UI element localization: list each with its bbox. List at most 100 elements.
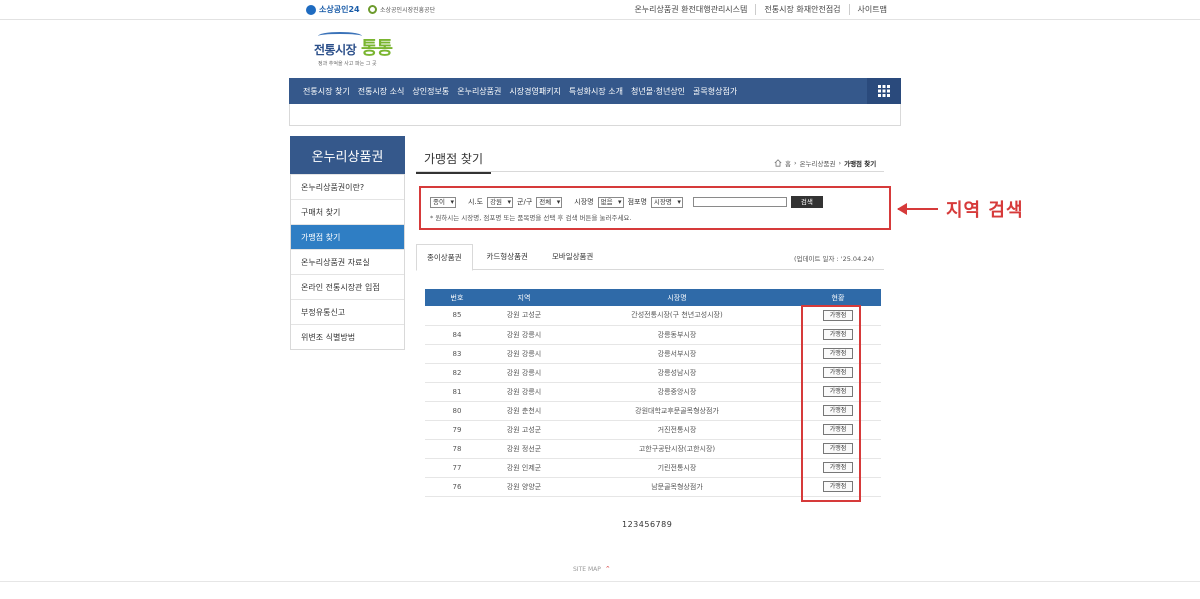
table-row: 85 강원 고성군 간성전통시장(구 천년고성시장) 가맹점 xyxy=(425,306,881,326)
sosang24-logo-icon xyxy=(306,4,316,15)
voucher-type-select[interactable]: 종이 xyxy=(430,196,456,208)
update-date: (업데이트 일자 : '25.04.24) xyxy=(794,255,875,263)
tab-mobile-voucher[interactable]: 모바일상품권 xyxy=(542,244,603,270)
cell-no: 79 xyxy=(425,420,489,440)
store-select[interactable]: 시장명 xyxy=(650,196,683,208)
store-list-button[interactable]: 가맹점 xyxy=(823,309,853,321)
cell-market: 강릉중앙시장 xyxy=(559,382,795,402)
sosang24-label: 소상공인24 xyxy=(319,5,360,14)
home-icon[interactable] xyxy=(774,159,782,167)
sidebar-item-counterfeit-id[interactable]: 위변조 식별방법 xyxy=(291,324,404,349)
link-sitemap[interactable]: 사이트맵 xyxy=(848,4,895,15)
tab-paper-voucher[interactable]: 종이상품권 xyxy=(416,244,473,271)
semas-logo[interactable]: 소상공인시장진흥공단 xyxy=(368,5,435,14)
col-header-region: 지역 xyxy=(489,289,559,306)
breadcrumb-level1[interactable]: 온누리상품권 xyxy=(800,158,836,168)
cell-no: 80 xyxy=(425,401,489,421)
gnb-item-onnuri[interactable]: 온누리상품권 xyxy=(453,86,505,97)
sub-navigation-bar xyxy=(289,104,901,126)
store-list-button[interactable]: 가맹점 xyxy=(823,443,853,454)
gnb-item-merchant-info[interactable]: 상인정보통 xyxy=(408,86,453,97)
link-fire-safety[interactable]: 전통시장 화재안전점검 xyxy=(755,4,848,15)
logo-text-accent: 통통 xyxy=(361,38,393,59)
table-row: 80 강원 춘천시 강원대학교후문골목형상점가 가맹점 xyxy=(425,401,881,421)
breadcrumb-home[interactable]: 홈 xyxy=(785,158,791,168)
store-list-button[interactable]: 가맹점 xyxy=(823,348,853,359)
store-list-button[interactable]: 가맹점 xyxy=(823,481,853,492)
col-header-no: 번호 xyxy=(425,289,489,306)
cell-status: 가맹점 xyxy=(795,439,881,459)
cell-region: 강원 정선군 xyxy=(489,439,559,459)
breadcrumb: 홈 › 온누리상품권 › 가맹점 찾기 xyxy=(774,158,876,168)
link-exchange-system[interactable]: 온누리상품권 환전대행관리시스템 xyxy=(626,4,755,15)
title-divider xyxy=(416,171,884,172)
breadcrumb-current: 가맹점 찾기 xyxy=(844,160,877,168)
cell-status: 가맹점 xyxy=(795,420,881,440)
market-select[interactable]: 없음 xyxy=(597,196,624,208)
sitemap-toggle[interactable]: SITE MAP ⌃ xyxy=(573,565,611,573)
gnb-item-youth-mall[interactable]: 청년몰·청년상인 xyxy=(627,86,689,97)
store-list-button[interactable]: 가맹점 xyxy=(823,405,853,416)
cell-market: 강릉동부시장 xyxy=(559,325,795,345)
table-row: 83 강원 강릉시 강릉서부시장 가맹점 xyxy=(425,344,881,364)
cell-market: 강릉성남시장 xyxy=(559,363,795,383)
sidebar-item-purchase-place[interactable]: 구매처 찾기 xyxy=(291,199,404,224)
annotation-text: 지역 검색 xyxy=(946,200,1024,221)
cell-region: 강원 고성군 xyxy=(489,306,559,326)
table-row: 81 강원 강릉시 강릉중앙시장 가맹점 xyxy=(425,382,881,402)
gnb-item-specialized-market[interactable]: 특성화시장 소개 xyxy=(565,86,627,97)
cell-no: 85 xyxy=(425,306,489,326)
all-menu-button[interactable] xyxy=(867,78,901,104)
gungu-select[interactable]: 전체 xyxy=(536,196,563,208)
gnb-item-alley-shops[interactable]: 골목형상점가 xyxy=(689,86,741,97)
semas-logo-icon xyxy=(368,5,377,14)
sidebar-item-fraud-report[interactable]: 부정유통신고 xyxy=(291,299,404,324)
gnb-item-management-package[interactable]: 시장경영패키지 xyxy=(505,86,565,97)
table-header-row: 번호 지역 시장명 현황 xyxy=(425,289,881,306)
main-navigation: 전통시장 찾기 전통시장 소식 상인정보통 온누리상품권 시장경영패키지 특성화… xyxy=(289,78,901,104)
sidebar-item-online-market[interactable]: 온라인 전통시장관 입점 xyxy=(291,274,404,299)
col-header-market: 시장명 xyxy=(559,289,795,306)
sidebar-menu: 온누리상품권이란? 구매처 찾기 가맹점 찾기 온누리상품권 자료실 온라인 전… xyxy=(290,174,405,350)
keyword-input[interactable] xyxy=(692,197,787,207)
cell-region: 강원 양양군 xyxy=(489,477,559,497)
pagination[interactable]: 123456789 xyxy=(622,520,672,529)
store-list-button[interactable]: 가맹점 xyxy=(823,462,853,473)
sido-select[interactable]: 강원 xyxy=(487,196,514,208)
cell-market: 거진전통시장 xyxy=(559,420,795,440)
logo-text-main: 전통시장 xyxy=(314,43,357,57)
sidebar-item-archive[interactable]: 온누리상품권 자료실 xyxy=(291,249,404,274)
table-row: 79 강원 고성군 거진전통시장 가맹점 xyxy=(425,420,881,440)
logo-arch-icon xyxy=(318,32,362,40)
site-logo[interactable]: 전통시장 통통 정과 추억을 사고 파는 그 곳 xyxy=(314,32,404,70)
sidebar-item-store-search[interactable]: 가맹점 찾기 xyxy=(291,224,404,249)
sidebar-title: 온누리상품권 xyxy=(290,136,405,174)
search-button[interactable]: 검색 xyxy=(790,196,823,208)
store-list-button[interactable]: 가맹점 xyxy=(823,329,853,340)
table-row: 82 강원 강릉시 강릉성남시장 가맹점 xyxy=(425,363,881,383)
sidebar-item-about[interactable]: 온누리상품권이란? xyxy=(291,174,404,199)
cell-no: 83 xyxy=(425,344,489,364)
logo-tagline: 정과 추억을 사고 파는 그 곳 xyxy=(318,61,377,67)
cell-market: 강릉서부시장 xyxy=(559,344,795,364)
store-list-button[interactable]: 가맹점 xyxy=(823,386,853,397)
gnb-item-market-search[interactable]: 전통시장 찾기 xyxy=(299,86,354,97)
cell-no: 78 xyxy=(425,439,489,459)
gnb-item-market-news[interactable]: 전통시장 소식 xyxy=(354,86,409,97)
store-list-button[interactable]: 가맹점 xyxy=(823,424,853,435)
cell-status: 가맹점 xyxy=(795,477,881,497)
table-row: 84 강원 강릉시 강릉동부시장 가맹점 xyxy=(425,325,881,345)
gungu-label: 군/구 xyxy=(517,198,533,206)
breadcrumb-separator-icon: › xyxy=(838,159,842,167)
cell-market: 강원대학교후문골목형상점가 xyxy=(559,401,795,421)
tab-card-voucher[interactable]: 카드형상품권 xyxy=(477,244,538,270)
grid-menu-icon xyxy=(878,85,890,97)
utility-links: 온누리상품권 환전대행관리시스템 전통시장 화재안전점검 사이트맵 xyxy=(626,4,895,15)
cell-market: 간성전통시장(구 천년고성시장) xyxy=(559,306,795,326)
cell-no: 84 xyxy=(425,325,489,345)
cell-status: 가맹점 xyxy=(795,363,881,383)
store-list-button[interactable]: 가맹점 xyxy=(823,367,853,378)
sido-label: 시.도 xyxy=(467,198,484,206)
sosang24-logo[interactable]: 소상공인24 xyxy=(306,4,360,15)
breadcrumb-separator-icon: › xyxy=(793,159,797,167)
